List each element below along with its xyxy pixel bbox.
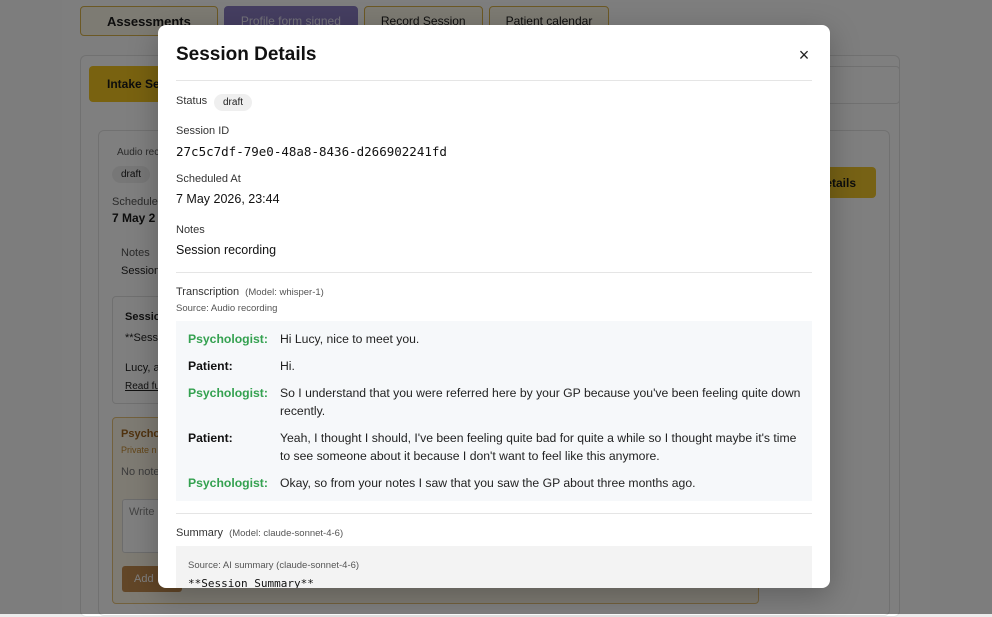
notes-value: Session recording (176, 243, 277, 257)
summary-text: **Session Summary** (188, 577, 314, 588)
summary-model: (Model: claude-sonnet-4-6) (229, 528, 344, 539)
transcription-heading: Transcription (Model: whisper-1) (176, 286, 324, 298)
summary-label: Summary (176, 527, 224, 539)
session-id-label: Session ID (176, 125, 230, 137)
session-details-modal: Session Details × Status draft Session I… (158, 25, 830, 588)
status-badge: draft (214, 94, 253, 111)
modal-title: Session Details (176, 44, 317, 65)
speaker-label: Psychologist: (188, 332, 268, 346)
utterance-text: So I understand that you were referred h… (280, 386, 801, 418)
transcription-label: Transcription (176, 286, 240, 298)
transcript-line: Psychologist: So I understand that you w… (188, 384, 808, 420)
summary-source: Source: AI summary (claude-sonnet-4-6) (188, 560, 360, 571)
transcription-source: Source: Audio recording (176, 303, 278, 314)
summary-heading: Summary (Model: claude-sonnet-4-6) (176, 527, 343, 539)
divider (176, 513, 812, 514)
speaker-label: Patient: (188, 431, 233, 445)
transcript-line: Patient: Yeah, I thought I should, I've … (188, 429, 808, 465)
utterance-text: Hi Lucy, nice to meet you. (280, 332, 420, 346)
session-id-value: 27c5c7df-79e0-48a8-8436-d266902241fd (176, 144, 447, 159)
status-label: Status (176, 95, 208, 107)
summary-panel: Source: AI summary (claude-sonnet-4-6) *… (176, 546, 812, 588)
notes-label: Notes (176, 224, 205, 236)
utterance-text: Hi. (280, 359, 295, 373)
scheduled-at-value: 7 May 2026, 23:44 (176, 192, 280, 206)
speaker-label: Psychologist: (188, 476, 268, 490)
speaker-label: Psychologist: (188, 386, 268, 400)
scheduled-at-label: Scheduled At (176, 173, 241, 185)
transcription-model: (Model: whisper-1) (245, 287, 324, 298)
transcript-line: Psychologist: Hi Lucy, nice to meet you. (188, 330, 808, 348)
close-icon[interactable]: × (796, 46, 812, 64)
divider (176, 272, 812, 273)
utterance-text: Okay, so from your notes I saw that you … (280, 476, 696, 490)
transcript-line: Psychologist: Okay, so from your notes I… (188, 474, 808, 492)
modal-header: Session Details × (176, 25, 812, 81)
speaker-label: Patient: (188, 359, 233, 373)
utterance-text: Yeah, I thought I should, I've been feel… (280, 431, 797, 463)
transcript-line: Patient: Hi. (188, 357, 808, 375)
transcript-panel: Psychologist: Hi Lucy, nice to meet you.… (176, 321, 812, 501)
